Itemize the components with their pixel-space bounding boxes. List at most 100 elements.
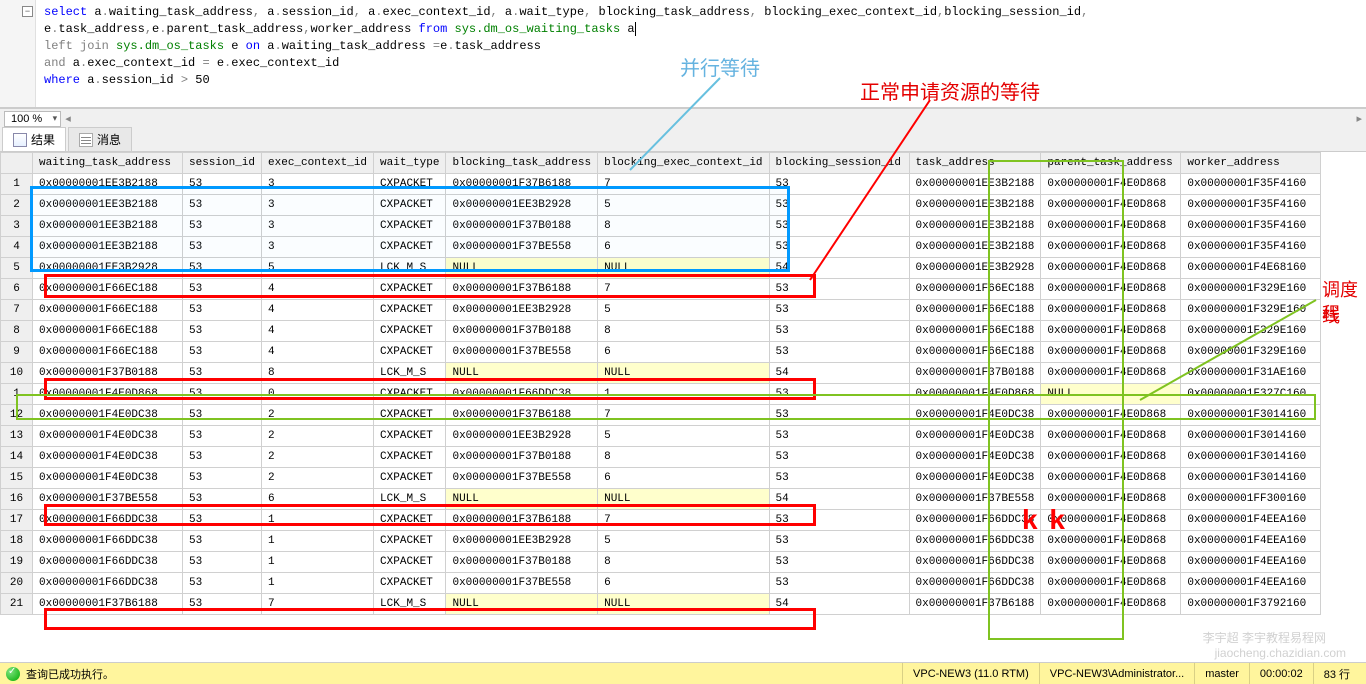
cell[interactable]: 2 <box>262 468 374 489</box>
cell[interactable]: 0x00000001F66DDC38 <box>446 384 598 405</box>
cell[interactable]: 54 <box>769 258 909 279</box>
cell[interactable]: 53 <box>769 237 909 258</box>
zoom-dropdown[interactable]: 100 % <box>4 111 61 127</box>
cell[interactable]: 53 <box>183 384 262 405</box>
cell[interactable]: 53 <box>769 300 909 321</box>
table-row[interactable]: 190x00000001F66DDC38531CXPACKET0x0000000… <box>1 552 1321 573</box>
cell[interactable]: 0x00000001F4E0D868 <box>1041 426 1181 447</box>
cell[interactable]: 0x00000001F4E0D868 <box>909 384 1041 405</box>
cell[interactable]: 0x00000001EE3B2188 <box>33 174 183 195</box>
cell[interactable]: 53 <box>769 321 909 342</box>
col-blocking_task_address[interactable]: blocking_task_address <box>446 153 598 174</box>
cell[interactable]: 3 <box>262 216 374 237</box>
cell[interactable]: 6 <box>262 489 374 510</box>
cell[interactable]: CXPACKET <box>374 573 446 594</box>
cell[interactable]: 7 <box>598 510 769 531</box>
cell[interactable]: CXPACKET <box>374 279 446 300</box>
cell[interactable]: LCK_M_S <box>374 594 446 615</box>
table-row[interactable]: 40x00000001EE3B2188533CXPACKET0x00000001… <box>1 237 1321 258</box>
cell[interactable]: 0x00000001F4E0DC38 <box>33 468 183 489</box>
cell[interactable]: 0x00000001EE3B2928 <box>33 258 183 279</box>
cell[interactable]: CXPACKET <box>374 174 446 195</box>
cell[interactable]: NULL <box>446 489 598 510</box>
cell[interactable]: 0x00000001F66DDC38 <box>33 573 183 594</box>
col-wait_type[interactable]: wait_type <box>374 153 446 174</box>
cell[interactable]: 53 <box>183 468 262 489</box>
cell[interactable]: 0x00000001F329E160 <box>1181 300 1321 321</box>
cell[interactable]: 0x00000001F37B6188 <box>446 279 598 300</box>
cell[interactable]: 54 <box>769 363 909 384</box>
cell[interactable]: 0x00000001F66EC188 <box>33 300 183 321</box>
table-row[interactable]: 170x00000001F66DDC38531CXPACKET0x0000000… <box>1 510 1321 531</box>
cell[interactable]: LCK_M_S <box>374 363 446 384</box>
cell[interactable]: NULL <box>598 363 769 384</box>
cell[interactable]: 0x00000001F329E160 <box>1181 279 1321 300</box>
table-row[interactable]: 60x00000001F66EC188534CXPACKET0x00000001… <box>1 279 1321 300</box>
col-parent_task_address[interactable]: parent_task_address <box>1041 153 1181 174</box>
cell[interactable]: 0x00000001F4E0D868 <box>1041 258 1181 279</box>
sql-text[interactable]: select a.waiting_task_address, a.session… <box>0 0 1366 93</box>
col-exec_context_id[interactable]: exec_context_id <box>262 153 374 174</box>
cell[interactable]: 0x00000001F66EC188 <box>909 300 1041 321</box>
cell[interactable]: 0x00000001EE3B2188 <box>909 216 1041 237</box>
scroll-right-icon[interactable]: ▸ <box>1356 112 1362 125</box>
cell[interactable]: 0x00000001F66DDC38 <box>909 531 1041 552</box>
cell[interactable]: 0x00000001EE3B2188 <box>33 237 183 258</box>
cell[interactable]: 0x00000001F4E0D868 <box>1041 216 1181 237</box>
cell[interactable]: CXPACKET <box>374 468 446 489</box>
cell[interactable]: 3 <box>262 237 374 258</box>
cell[interactable]: 53 <box>769 405 909 426</box>
cell[interactable]: 0x00000001F327C160 <box>1181 384 1321 405</box>
cell[interactable]: 1 <box>598 384 769 405</box>
cell[interactable]: 0x00000001F4E0D868 <box>1041 342 1181 363</box>
cell[interactable]: 0x00000001F4E0D868 <box>1041 195 1181 216</box>
cell[interactable]: 2 <box>262 426 374 447</box>
cell[interactable]: 0x00000001F4E0DC38 <box>909 426 1041 447</box>
cell[interactable]: 0x00000001EE3B2928 <box>446 426 598 447</box>
cell[interactable]: NULL <box>446 594 598 615</box>
cell[interactable]: 0x00000001F37BE558 <box>33 489 183 510</box>
cell[interactable]: NULL <box>598 489 769 510</box>
cell[interactable]: 53 <box>769 510 909 531</box>
table-row[interactable]: 130x00000001F4E0DC38532CXPACKET0x0000000… <box>1 426 1321 447</box>
cell[interactable]: 7 <box>598 279 769 300</box>
cell[interactable]: 5 <box>598 531 769 552</box>
cell[interactable]: 53 <box>183 552 262 573</box>
cell[interactable]: 0x00000001F4E0D868 <box>1041 531 1181 552</box>
table-row[interactable]: 80x00000001F66EC188534CXPACKET0x00000001… <box>1 321 1321 342</box>
table-row[interactable]: 10x00000001EE3B2188533CXPACKET0x00000001… <box>1 174 1321 195</box>
cell[interactable]: NULL <box>446 363 598 384</box>
cell[interactable]: 0x00000001F37BE558 <box>446 342 598 363</box>
col-blocking_exec_context_id[interactable]: blocking_exec_context_id <box>598 153 769 174</box>
cell[interactable]: 6 <box>598 468 769 489</box>
cell[interactable]: 53 <box>769 174 909 195</box>
cell[interactable]: 6 <box>598 342 769 363</box>
table-row[interactable]: 100x00000001F37B0188538LCK_M_SNULLNULL54… <box>1 363 1321 384</box>
cell[interactable]: 0x00000001EE3B2928 <box>446 531 598 552</box>
cell[interactable]: 7 <box>598 174 769 195</box>
cell[interactable]: 0x00000001F329E160 <box>1181 321 1321 342</box>
cell[interactable]: 0x00000001F3792160 <box>1181 594 1321 615</box>
cell[interactable]: 0x00000001F4EEA160 <box>1181 531 1321 552</box>
cell[interactable]: 53 <box>769 279 909 300</box>
cell[interactable]: 0x00000001F329E160 <box>1181 342 1321 363</box>
cell[interactable]: 0x00000001F37B0188 <box>446 447 598 468</box>
cell[interactable]: 0x00000001F35F4160 <box>1181 237 1321 258</box>
cell[interactable]: 0x00000001F66DDC38 <box>33 510 183 531</box>
cell[interactable]: 53 <box>183 426 262 447</box>
cell[interactable]: 1 <box>262 573 374 594</box>
cell[interactable]: LCK_M_S <box>374 258 446 279</box>
cell[interactable]: CXPACKET <box>374 237 446 258</box>
cell[interactable]: 0x00000001F66EC188 <box>33 279 183 300</box>
cell[interactable]: 0x00000001F37B6188 <box>909 594 1041 615</box>
cell[interactable]: 0x00000001F37B0188 <box>446 552 598 573</box>
cell[interactable]: 8 <box>262 363 374 384</box>
cell[interactable]: 0x00000001F4E68160 <box>1181 258 1321 279</box>
cell[interactable]: 0x00000001EE3B2188 <box>909 195 1041 216</box>
cell[interactable]: CXPACKET <box>374 405 446 426</box>
cell[interactable]: 0x00000001F66DDC38 <box>33 552 183 573</box>
table-row[interactable]: 210x00000001F37B6188537LCK_M_SNULLNULL54… <box>1 594 1321 615</box>
cell[interactable]: 0x00000001F4EEA160 <box>1181 552 1321 573</box>
table-row[interactable]: 20x00000001EE3B2188533CXPACKET0x00000001… <box>1 195 1321 216</box>
cell[interactable]: 53 <box>183 258 262 279</box>
